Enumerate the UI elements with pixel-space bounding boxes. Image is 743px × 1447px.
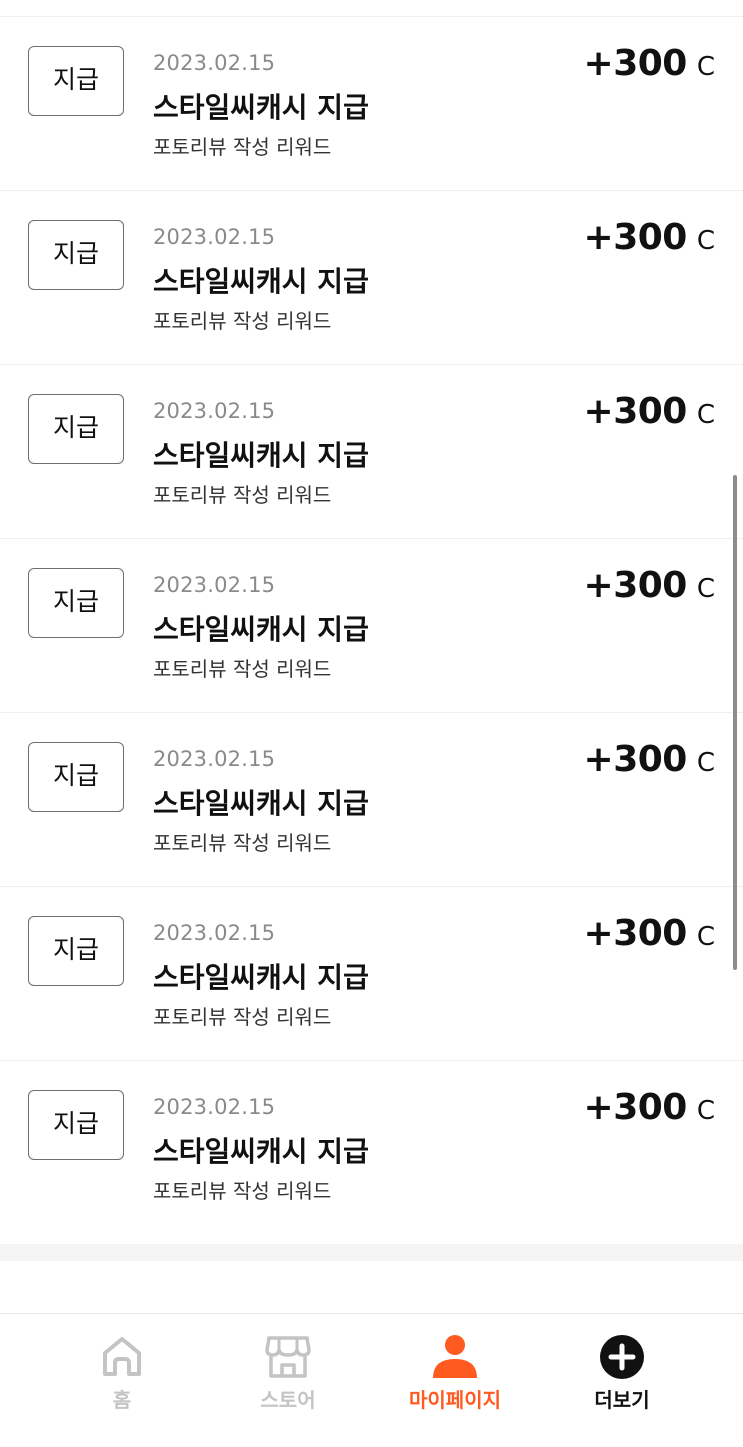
list-item[interactable]: 지급 2023.02.15 스타일씨캐시 지급포토리뷰 작성 리워드 +300 C — [0, 365, 743, 539]
amount-value: +300 — [583, 565, 688, 606]
transaction-title: 스타일씨캐시 지급 — [153, 787, 369, 820]
type-badge: 지급 — [28, 46, 124, 116]
transaction-amount: +300 C — [584, 217, 715, 258]
amount-value: +300 — [583, 913, 688, 954]
nav-item-more[interactable]: 더보기 — [547, 1314, 697, 1424]
screen: 지급 2023.02.15 스타일씨캐시 지급 포토리뷰 작성 리워드 +300 C 지급 2… — [0, 0, 743, 1447]
amount-value: +300 — [583, 1087, 688, 1128]
transaction-date: 2023.02.15 — [153, 225, 276, 249]
type-badge: 지급 — [28, 220, 124, 290]
transaction-title: 스타일씨캐시 지급 — [153, 91, 369, 124]
list-item[interactable]: 지급 2023.02.15 스타일씨캐시 지급포토리뷰 작성 리워드 +300 C — [0, 887, 743, 1061]
plus-circle-icon — [600, 1335, 644, 1379]
type-badge: 지급 — [28, 394, 124, 464]
amount-unit: C — [696, 52, 715, 82]
transaction-description: 포토리뷰 작성 리워드 — [153, 483, 332, 507]
transaction-title: 스타일씨캐시 지급 — [153, 961, 369, 994]
amount-value: +300 — [583, 43, 688, 84]
nav-item-home[interactable]: 홈 — [47, 1314, 197, 1424]
amount-unit: C — [696, 226, 715, 256]
transaction-date: 2023.02.15 — [153, 747, 276, 771]
type-badge: 지급 — [28, 742, 124, 812]
transaction-amount: +300 C — [584, 43, 715, 84]
transaction-amount: +300 C — [584, 391, 715, 432]
type-badge: 지급 — [28, 916, 124, 986]
amount-unit: C — [696, 400, 715, 430]
person-icon — [433, 1335, 477, 1378]
transaction-description: 포토리뷰 작성 리워드 — [153, 1179, 332, 1203]
transaction-title: 스타일씨캐시 지급 — [153, 265, 369, 298]
transaction-date: 2023.02.15 — [153, 921, 276, 945]
nav-label-more: 더보기 — [594, 1388, 650, 1412]
transaction-title: 스타일씨캐시 지급 — [153, 439, 369, 472]
transaction-description: 포토리뷰 작성 리워드 — [153, 657, 332, 681]
transaction-title: 스타일씨캐시 지급 — [153, 613, 369, 646]
amount-unit: C — [696, 748, 715, 778]
scrollbar[interactable] — [733, 475, 737, 970]
list-item[interactable]: 지급 2023.02.15 스타일씨캐시 지급포토리뷰 작성 리워드 +300 C — [0, 17, 743, 191]
amount-unit: C — [696, 1096, 715, 1126]
list-item[interactable]: 지급 2023.02.15 스타일씨캐시 지급포토리뷰 작성 리워드 +300 C — [0, 539, 743, 713]
section-separator — [0, 1244, 743, 1261]
transaction-date: 2023.02.15 — [153, 399, 276, 423]
amount-unit: C — [696, 574, 715, 604]
bottom-navigation: 홈 스토어 마이페이지 더보기 — [0, 1313, 743, 1447]
transaction-description: 포토리뷰 작성 리워드 — [153, 309, 332, 333]
transaction-date: 2023.02.15 — [153, 51, 276, 75]
nav-label-home: 홈 — [112, 1388, 132, 1412]
amount-unit: C — [696, 922, 715, 952]
transaction-description: 포토리뷰 작성 리워드 — [153, 831, 332, 855]
list-item[interactable]: 지급 2023.02.15 스타일씨캐시 지급포토리뷰 작성 리워드 +300 C — [0, 1061, 743, 1235]
transaction-list: 지급 2023.02.15 스타일씨캐시 지급 포토리뷰 작성 리워드 +300 C 지급 2… — [0, 17, 743, 1235]
nav-item-store[interactable]: 스토어 — [213, 1314, 363, 1424]
transaction-date: 2023.02.15 — [153, 573, 276, 597]
transaction-date: 2023.02.15 — [153, 1095, 276, 1119]
transaction-description: 포토리뷰 작성 리워드 — [153, 135, 332, 159]
list-item[interactable]: 지급 2023.02.15 스타일씨캐시 지급포토리뷰 작성 리워드 +300 C — [0, 713, 743, 887]
home-icon — [103, 1337, 141, 1376]
amount-value: +300 — [583, 739, 688, 780]
list-item[interactable]: 지급 2023.02.15 스타일씨캐시 지급포토리뷰 작성 리워드 +300 C — [0, 191, 743, 365]
transaction-amount: +300 C — [584, 1087, 715, 1128]
store-icon — [265, 1336, 311, 1378]
transaction-amount: +300 C — [584, 565, 715, 606]
nav-label-mypage: 마이페이지 — [409, 1388, 501, 1412]
nav-label-store: 스토어 — [260, 1388, 316, 1412]
amount-value: +300 — [583, 217, 688, 258]
amount-value: +300 — [583, 391, 688, 432]
transaction-title: 스타일씨캐시 지급 — [153, 1135, 369, 1168]
transaction-description: 포토리뷰 작성 리워드 — [153, 1005, 332, 1029]
type-badge: 지급 — [28, 568, 124, 638]
type-badge: 지급 — [28, 1090, 124, 1160]
transaction-amount: +300 C — [584, 739, 715, 780]
transaction-amount: +300 C — [584, 913, 715, 954]
nav-item-mypage[interactable]: 마이페이지 — [380, 1314, 530, 1424]
